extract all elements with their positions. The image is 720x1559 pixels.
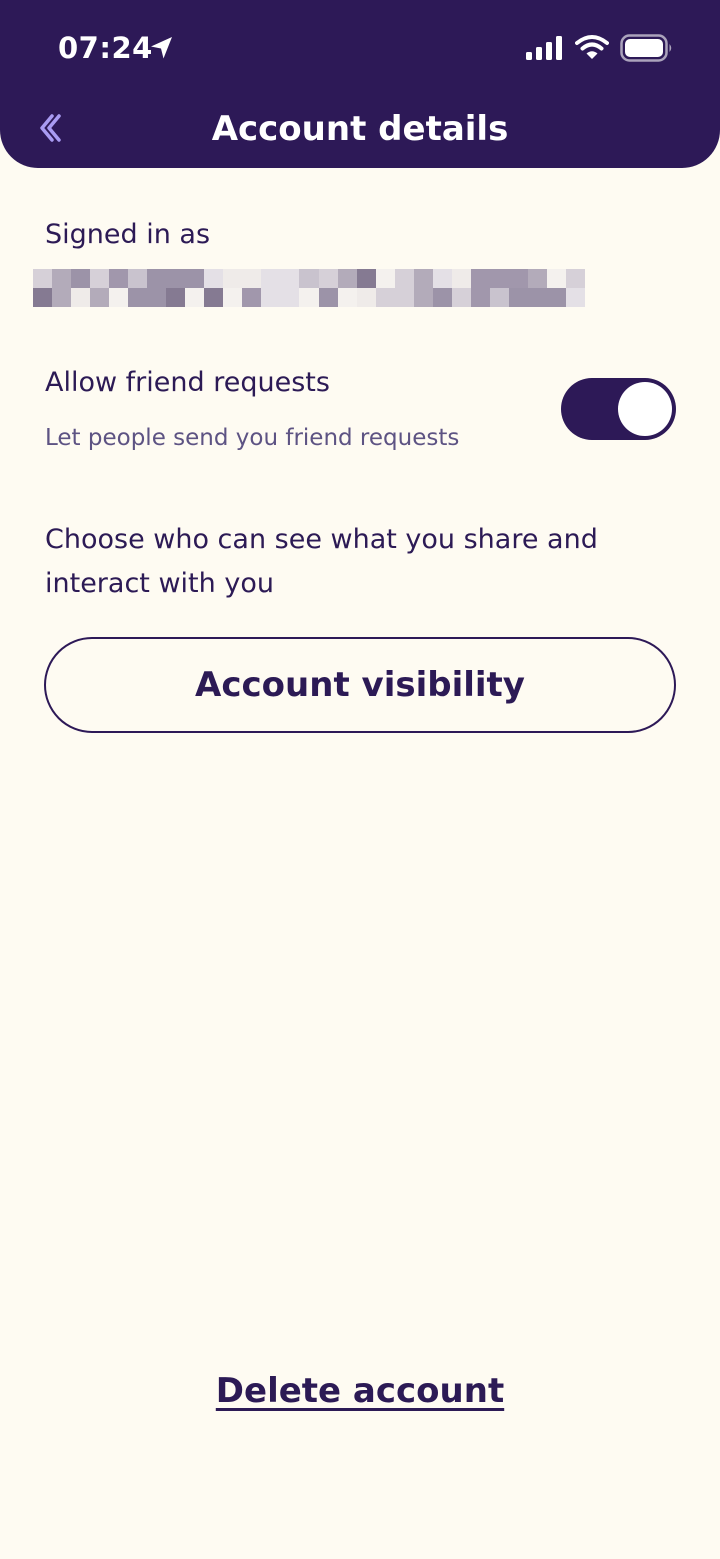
toggle-knob	[618, 382, 672, 436]
battery-icon	[620, 34, 672, 62]
redacted-email	[33, 269, 585, 307]
friend-requests-subtitle: Let people send you friend requests	[45, 425, 460, 451]
account-visibility-button[interactable]: Account visibility	[44, 637, 676, 733]
app-header: 07:24 Account details	[0, 0, 720, 168]
friend-requests-toggle[interactable]	[561, 378, 676, 440]
signed-in-label: Signed in as	[45, 219, 211, 250]
visibility-description: Choose who can see what you share and in…	[45, 524, 598, 599]
delete-account-link[interactable]: Delete account	[0, 1368, 720, 1414]
wifi-icon	[575, 35, 609, 59]
location-arrow-icon	[151, 37, 172, 59]
cellular-signal-icon	[526, 36, 562, 60]
friend-requests-title: Allow friend requests	[45, 367, 330, 398]
page-title: Account details	[211, 109, 509, 149]
status-time: 07:24	[58, 31, 153, 65]
